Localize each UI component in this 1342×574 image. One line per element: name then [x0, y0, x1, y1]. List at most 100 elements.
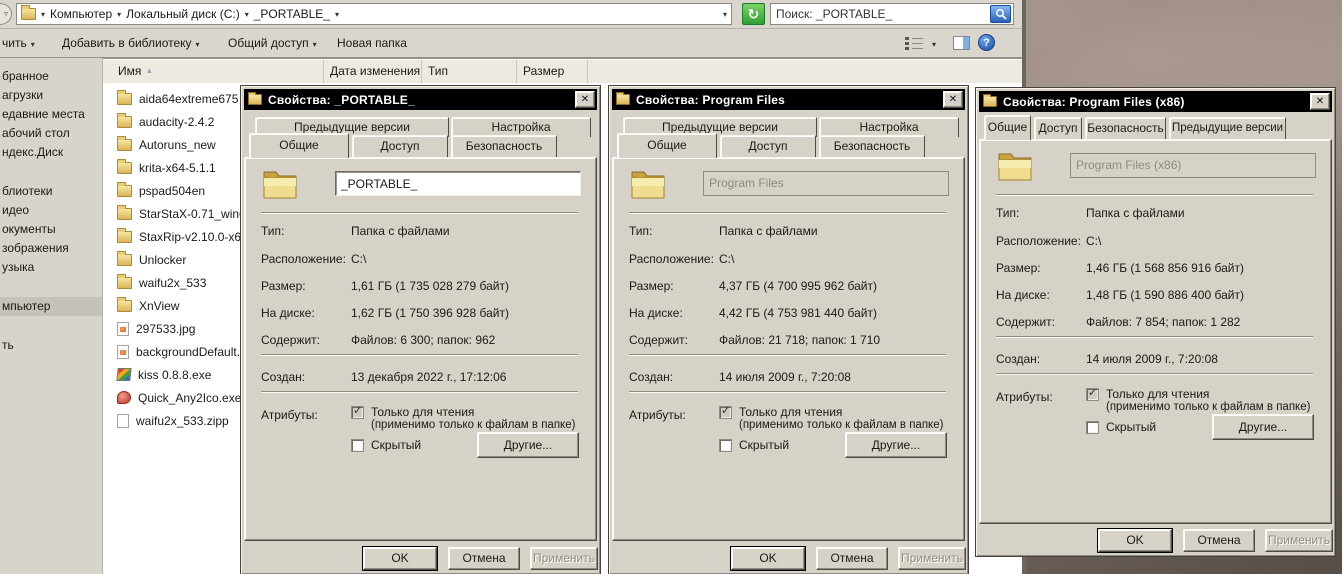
- properties-dialog-program-files-x86: Свойства: Program Files (x86) ✕ Общие До…: [975, 87, 1336, 557]
- field-label: Размер:: [996, 261, 1041, 275]
- sidebar-item-desktop[interactable]: абочий стол: [0, 124, 102, 143]
- sidebar-item-favorites[interactable]: бранное: [0, 67, 102, 86]
- views-icon[interactable]: [905, 36, 923, 50]
- folder-icon: [117, 250, 132, 266]
- search-icon[interactable]: [990, 5, 1011, 23]
- new-folder-button[interactable]: Новая папка: [337, 36, 407, 50]
- dialog-title-bar[interactable]: Свойства: Program Files (x86) ✕: [979, 91, 1332, 112]
- apply-button[interactable]: Применить: [898, 547, 966, 570]
- sidebar-item-documents[interactable]: окументы: [0, 220, 102, 239]
- tab-general[interactable]: Общие: [617, 133, 717, 158]
- hidden-checkbox[interactable]: [351, 439, 364, 452]
- properties-dialog-program-files: Свойства: Program Files ✕ Предыдущие вер…: [608, 85, 969, 574]
- separator: [996, 194, 1313, 196]
- field-label: Тип:: [261, 224, 285, 238]
- dialog-title-bar[interactable]: Свойства: _PORTABLE_ ✕: [244, 89, 597, 110]
- cancel-button[interactable]: Отмена: [1183, 529, 1255, 552]
- tab-previous-versions[interactable]: Предыдущие версии: [1169, 117, 1286, 139]
- ok-button[interactable]: OK: [1098, 529, 1172, 552]
- separator: [996, 336, 1313, 338]
- close-icon[interactable]: ✕: [575, 91, 595, 108]
- field-label: Размер:: [629, 279, 674, 293]
- sidebar-item-network[interactable]: ть: [0, 336, 102, 355]
- sidebar-item-libraries[interactable]: блиотеки: [0, 182, 102, 201]
- application-file-icon: [116, 368, 132, 381]
- image-file-icon: [117, 321, 129, 336]
- field-value: C:\: [719, 252, 735, 266]
- address-dropdown-icon[interactable]: ▾: [723, 10, 727, 19]
- folder-icon: [117, 227, 132, 243]
- tab-sharing[interactable]: Доступ: [1034, 117, 1082, 139]
- chevron-down-icon[interactable]: ▾: [245, 10, 249, 19]
- field-label: На диске:: [629, 306, 683, 320]
- sidebar-item-computer[interactable]: мпьютер: [0, 297, 102, 316]
- field-label: Тип:: [996, 206, 1020, 220]
- column-header-name[interactable]: Имя ▲: [103, 60, 324, 83]
- navigation-pane: бранное агрузки едавние места абочий сто…: [0, 58, 103, 574]
- tab-security[interactable]: Безопасность: [819, 135, 925, 157]
- readonly-checkbox[interactable]: ✓: [1086, 387, 1099, 401]
- field-label: Размер:: [261, 279, 306, 293]
- breadcrumb-computer[interactable]: Компьютер: [50, 7, 112, 21]
- sidebar-item-yandex-disk[interactable]: ндекс.Диск: [0, 143, 102, 162]
- tab-page-general: Program Files (x86) Тип: Папка с файлами…: [979, 139, 1332, 524]
- sidebar-item-video[interactable]: идео: [0, 201, 102, 220]
- dialog-title-bar[interactable]: Свойства: Program Files ✕: [612, 89, 965, 110]
- tab-general[interactable]: Общие: [249, 133, 349, 158]
- views-dropdown-icon[interactable]: ▾: [932, 40, 936, 49]
- share-button[interactable]: Общий доступ ▾: [228, 36, 317, 50]
- chevron-down-icon[interactable]: ▾: [117, 10, 121, 19]
- search-input[interactable]: [771, 7, 990, 21]
- organize-button[interactable]: чить ▾: [2, 36, 35, 50]
- other-attributes-button[interactable]: Другие...: [1212, 414, 1314, 440]
- ok-button[interactable]: OK: [363, 547, 437, 570]
- refresh-icon[interactable]: ↻: [742, 3, 765, 25]
- separator: [629, 391, 946, 393]
- sidebar-item-downloads[interactable]: агрузки: [0, 86, 102, 105]
- apply-button[interactable]: Применить: [1265, 529, 1333, 552]
- tab-general[interactable]: Общие: [984, 115, 1031, 140]
- hidden-checkbox[interactable]: [1086, 421, 1099, 434]
- help-icon[interactable]: ?: [978, 34, 995, 51]
- folder-icon-large: [996, 148, 1034, 187]
- tab-page-general: Program Files Тип: Папка с файлами Распо…: [612, 157, 965, 541]
- chevron-down-icon[interactable]: ▾: [335, 10, 339, 19]
- breadcrumb-portable[interactable]: _PORTABLE_: [254, 7, 330, 21]
- column-header-size[interactable]: Размер: [517, 60, 588, 83]
- hidden-checkbox[interactable]: [719, 439, 732, 452]
- column-header-type[interactable]: Тип: [422, 60, 517, 83]
- other-attributes-button[interactable]: Другие...: [845, 432, 947, 458]
- ok-button[interactable]: OK: [731, 547, 805, 570]
- field-label: Расположение:: [261, 252, 346, 266]
- tab-customize[interactable]: Настройка: [819, 117, 959, 137]
- tab-security[interactable]: Безопасность: [1085, 117, 1166, 139]
- preview-pane-icon[interactable]: [953, 36, 970, 50]
- tab-security[interactable]: Безопасность: [451, 135, 557, 157]
- cancel-button[interactable]: Отмена: [816, 547, 888, 570]
- chevron-down-icon[interactable]: ▾: [41, 10, 45, 19]
- command-bar: чить ▾ Добавить в библиотеку ▾ Общий досту…: [0, 29, 1022, 58]
- column-header-date[interactable]: Дата изменения: [324, 60, 422, 83]
- add-to-library-button[interactable]: Добавить в библиотеку ▾: [62, 36, 200, 50]
- tab-sharing[interactable]: Доступ: [352, 135, 448, 157]
- separator: [261, 212, 578, 214]
- readonly-label: Только для чтения: [739, 405, 843, 419]
- tab-sharing[interactable]: Доступ: [720, 135, 816, 157]
- cancel-button[interactable]: Отмена: [448, 547, 520, 570]
- sidebar-item-recent-places[interactable]: едавние места: [0, 105, 102, 124]
- folder-name-input[interactable]: [335, 171, 581, 196]
- readonly-checkbox[interactable]: ✓: [351, 405, 364, 419]
- other-attributes-button[interactable]: Другие...: [477, 432, 579, 458]
- sidebar-item-pictures[interactable]: зображения: [0, 239, 102, 258]
- field-value: Папка с файлами: [351, 224, 450, 238]
- address-field[interactable]: ▾ Компьютер ▾ Локальный диск (C:) ▾ _POR…: [16, 3, 732, 25]
- breadcrumb-local-disk-c[interactable]: Локальный диск (C:): [126, 7, 240, 21]
- close-icon[interactable]: ✕: [1310, 93, 1330, 110]
- apply-button[interactable]: Применить: [530, 547, 598, 570]
- sidebar-item-music[interactable]: узыка: [0, 258, 102, 277]
- recent-pages-icon[interactable]: ▿: [0, 3, 12, 25]
- tab-customize[interactable]: Настройка: [451, 117, 591, 137]
- search-box[interactable]: [770, 3, 1014, 25]
- readonly-checkbox[interactable]: ✓: [719, 405, 732, 419]
- close-icon[interactable]: ✕: [943, 91, 963, 108]
